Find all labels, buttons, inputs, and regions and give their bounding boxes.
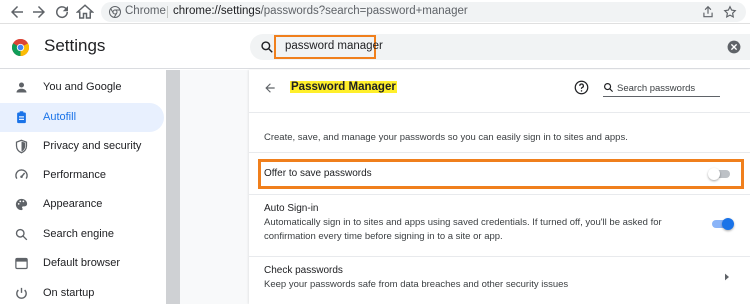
sidebar-item-label: On startup xyxy=(43,287,95,299)
clipboard-icon xyxy=(14,110,29,125)
settings-search-input[interactable]: password manager xyxy=(285,40,383,52)
back-arrow-icon[interactable] xyxy=(8,3,26,21)
omnibox-divider xyxy=(167,6,168,18)
shield-icon xyxy=(14,139,29,154)
search-passwords-input[interactable] xyxy=(617,81,707,95)
chrome-logo-icon xyxy=(12,39,29,56)
sidebar-item-search-engine[interactable]: Search engine xyxy=(0,220,164,249)
sidebar-item-autofill[interactable]: Autofill xyxy=(0,103,164,132)
settings-sidebar: You and Google Autofill Privacy and secu… xyxy=(0,70,166,304)
check-passwords-label: Check passwords xyxy=(264,265,343,276)
forward-arrow-icon[interactable] xyxy=(30,3,48,21)
speedometer-icon xyxy=(14,168,29,183)
sidebar-item-label: Autofill xyxy=(43,111,77,123)
chrome-site-icon xyxy=(109,6,121,18)
sidebar-item-label: Performance xyxy=(43,169,106,181)
sidebar-scrollbar[interactable] xyxy=(166,70,180,304)
search-icon xyxy=(260,40,274,54)
sidebar-item-performance[interactable]: Performance xyxy=(0,161,164,190)
sidebar-item-label: You and Google xyxy=(43,81,122,93)
share-icon[interactable] xyxy=(701,5,715,19)
palette-icon xyxy=(14,197,29,212)
search-icon xyxy=(14,227,29,242)
help-icon[interactable] xyxy=(574,80,589,95)
sidebar-item-label: Appearance xyxy=(43,198,103,210)
divider xyxy=(249,152,750,153)
reload-icon[interactable] xyxy=(53,3,71,21)
sidebar-item-label: Privacy and security xyxy=(43,140,142,152)
check-passwords-description: Keep your passwords safe from data breac… xyxy=(264,279,569,290)
divider xyxy=(249,112,750,113)
chevron-right-icon xyxy=(723,273,731,281)
sidebar-item-label: Search engine xyxy=(43,228,114,240)
auto-signin-toggle[interactable] xyxy=(710,217,734,231)
page-title: Settings xyxy=(44,36,106,55)
person-icon xyxy=(14,80,29,95)
auto-signin-label: Auto Sign-in xyxy=(264,203,319,214)
settings-search-box[interactable]: password manager xyxy=(250,34,750,60)
sidebar-item-privacy-and-security[interactable]: Privacy and security xyxy=(0,132,164,161)
password-manager-card: Password Manager Create, save, and manag… xyxy=(249,70,750,304)
toggle-knob xyxy=(708,168,720,180)
sidebar-item-default-browser[interactable]: Default browser xyxy=(0,249,164,278)
browser-toolbar: Chrome chrome://settings/passwords?searc… xyxy=(0,0,750,24)
site-label: Chrome xyxy=(125,5,166,17)
offer-to-save-toggle[interactable] xyxy=(708,167,732,181)
divider xyxy=(249,194,750,195)
sidebar-item-label: Default browser xyxy=(43,257,121,269)
password-manager-description: Create, save, and manage your passwords … xyxy=(264,132,628,143)
settings-header: Settings password manager xyxy=(0,25,750,69)
url-host: chrome://settings xyxy=(173,5,261,17)
power-icon xyxy=(14,286,29,301)
browser-window-icon xyxy=(14,256,29,271)
search-icon xyxy=(603,82,614,93)
home-icon[interactable] xyxy=(76,3,94,21)
search-passwords-underline xyxy=(603,96,720,97)
bookmark-star-icon[interactable] xyxy=(723,5,737,19)
divider xyxy=(249,256,750,257)
auto-signin-description: Automatically sign in to sites and apps … xyxy=(264,217,662,242)
url-path: /passwords?search=password+manager xyxy=(260,5,468,17)
url-text[interactable]: chrome://settings/passwords?search=passw… xyxy=(173,5,468,17)
address-bar[interactable]: Chrome chrome://settings/passwords?searc… xyxy=(101,2,746,22)
sidebar-item-you-and-google[interactable]: You and Google xyxy=(0,73,164,102)
sidebar-item-on-startup[interactable]: On startup xyxy=(0,279,164,304)
password-manager-title: Password Manager xyxy=(290,81,397,93)
sidebar-item-appearance[interactable]: Appearance xyxy=(0,190,164,219)
toggle-knob xyxy=(722,218,734,230)
offer-to-save-label: Offer to save passwords xyxy=(264,168,372,179)
back-arrow-icon[interactable] xyxy=(263,81,277,95)
clear-search-icon[interactable] xyxy=(727,40,741,54)
